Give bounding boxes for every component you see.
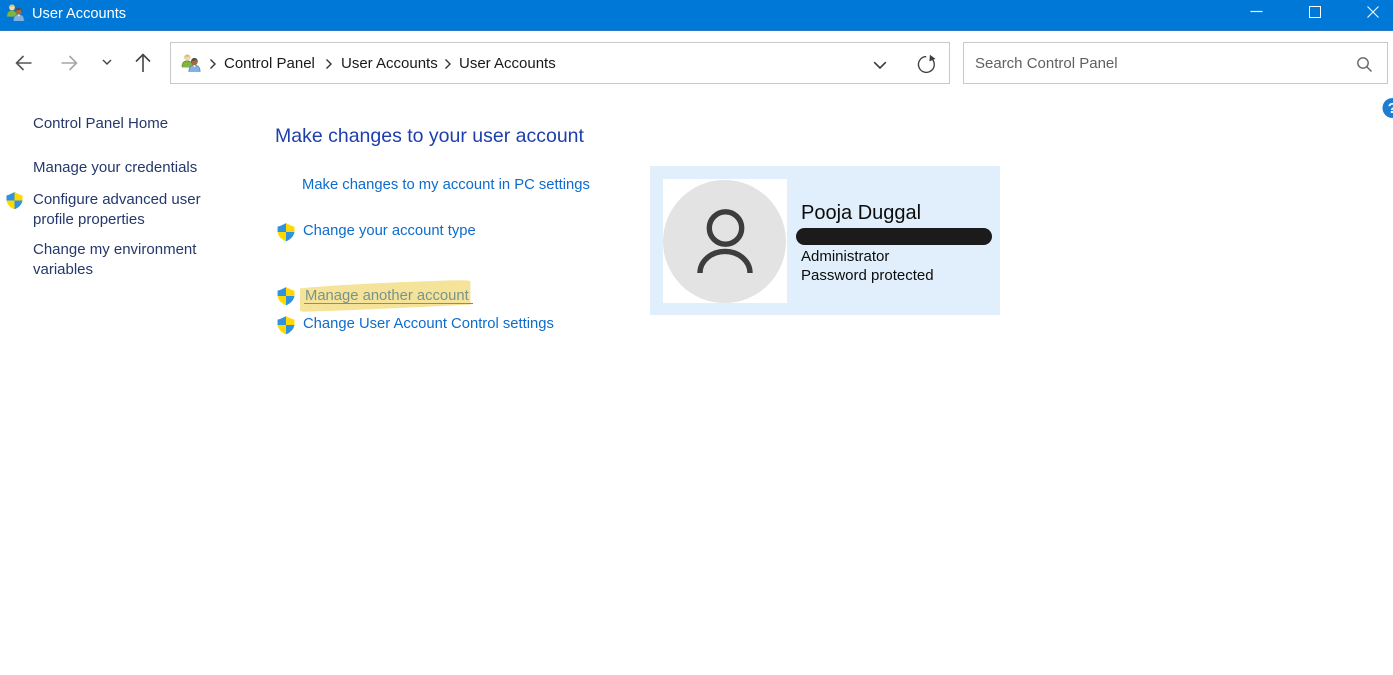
svg-text:?: ? xyxy=(1388,101,1393,117)
